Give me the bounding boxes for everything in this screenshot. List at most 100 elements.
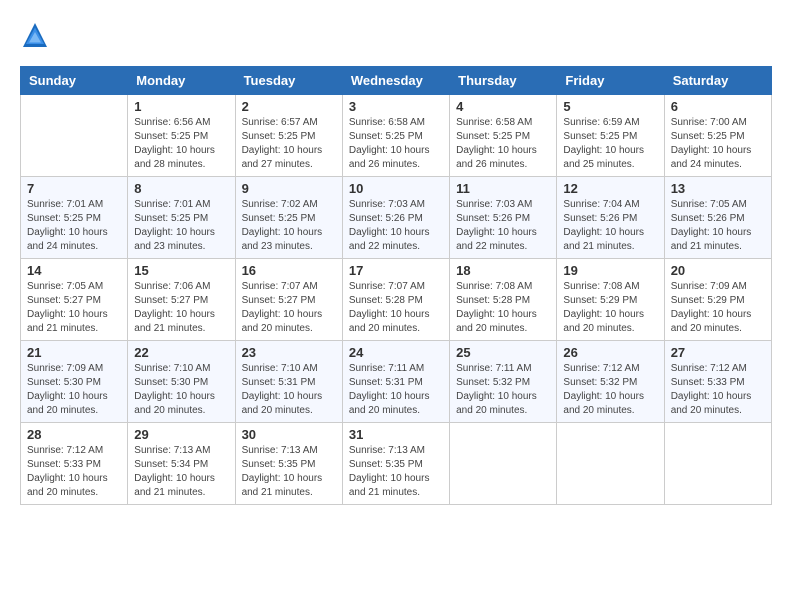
day-number: 22	[134, 345, 228, 360]
day-info: Sunrise: 7:01 AM Sunset: 5:25 PM Dayligh…	[27, 198, 121, 254]
day-number: 19	[563, 263, 657, 278]
calendar-cell: 15Sunrise: 7:06 AM Sunset: 5:27 PM Dayli…	[128, 259, 235, 341]
calendar-cell	[664, 423, 771, 505]
calendar-cell: 10 Sunrise: 7:03 AM Sunset: 5:26 PM Dayli…	[342, 177, 449, 259]
calendar-cell: 7 Sunrise: 7:01 AM Sunset: 5:25 PM Daylig…	[21, 177, 128, 259]
day-info: Sunrise: 7:12 AM Sunset: 5:33 PM Dayligh…	[671, 362, 765, 418]
weekday-header-thursday: Thursday	[450, 67, 557, 95]
day-number: 29	[134, 427, 228, 442]
day-info: Sunrise: 7:12 AM Sunset: 5:32 PM Dayligh…	[563, 362, 657, 418]
weekday-header-tuesday: Tuesday	[235, 67, 342, 95]
calendar-cell: 4 Sunrise: 6:58 AM Sunset: 5:25 PM Daylig…	[450, 95, 557, 177]
calendar-cell: 27 Sunrise: 7:12 AM Sunset: 5:33 PM Dayli…	[664, 341, 771, 423]
day-number: 26	[563, 345, 657, 360]
day-number: 11	[456, 181, 550, 196]
day-info: Sunrise: 6:58 AM Sunset: 5:25 PM Dayligh…	[456, 116, 550, 172]
day-number: 13	[671, 181, 765, 196]
day-info: Sunrise: 6:56 AM Sunset: 5:25 PM Dayligh…	[134, 116, 228, 172]
calendar-cell: 13 Sunrise: 7:05 AM Sunset: 5:26 PM Dayli…	[664, 177, 771, 259]
calendar-cell: 29 Sunrise: 7:13 AM Sunset: 5:34 PM Dayli…	[128, 423, 235, 505]
calendar-cell	[450, 423, 557, 505]
calendar-cell	[557, 423, 664, 505]
day-number: 10	[349, 181, 443, 196]
calendar-cell: 24 Sunrise: 7:11 AM Sunset: 5:31 PM Dayli…	[342, 341, 449, 423]
calendar-cell: 22 Sunrise: 7:10 AM Sunset: 5:30 PM Dayli…	[128, 341, 235, 423]
calendar-week-1: 1Sunrise: 6:56 AM Sunset: 5:25 PM Daylig…	[21, 95, 772, 177]
calendar-cell: 21Sunrise: 7:09 AM Sunset: 5:30 PM Dayli…	[21, 341, 128, 423]
calendar-cell: 8Sunrise: 7:01 AM Sunset: 5:25 PM Daylig…	[128, 177, 235, 259]
day-number: 24	[349, 345, 443, 360]
day-info: Sunrise: 6:57 AM Sunset: 5:25 PM Dayligh…	[242, 116, 336, 172]
day-info: Sunrise: 7:08 AM Sunset: 5:28 PM Dayligh…	[456, 280, 550, 336]
calendar-cell: 3 Sunrise: 6:58 AM Sunset: 5:25 PM Daylig…	[342, 95, 449, 177]
calendar-week-2: 7 Sunrise: 7:01 AM Sunset: 5:25 PM Daylig…	[21, 177, 772, 259]
calendar-cell: 6Sunrise: 7:00 AM Sunset: 5:25 PM Daylig…	[664, 95, 771, 177]
day-number: 21	[27, 345, 121, 360]
calendar-cell: 23 Sunrise: 7:10 AM Sunset: 5:31 PM Dayli…	[235, 341, 342, 423]
calendar-cell: 26 Sunrise: 7:12 AM Sunset: 5:32 PM Dayli…	[557, 341, 664, 423]
day-info: Sunrise: 7:00 AM Sunset: 5:25 PM Dayligh…	[671, 116, 765, 172]
day-number: 5	[563, 99, 657, 114]
day-info: Sunrise: 7:02 AM Sunset: 5:25 PM Dayligh…	[242, 198, 336, 254]
day-info: Sunrise: 7:04 AM Sunset: 5:26 PM Dayligh…	[563, 198, 657, 254]
day-number: 15	[134, 263, 228, 278]
logo-icon	[20, 20, 50, 50]
day-info: Sunrise: 7:10 AM Sunset: 5:30 PM Dayligh…	[134, 362, 228, 418]
day-number: 3	[349, 99, 443, 114]
weekday-header-saturday: Saturday	[664, 67, 771, 95]
day-info: Sunrise: 7:03 AM Sunset: 5:26 PM Dayligh…	[349, 198, 443, 254]
calendar-cell: 28 Sunrise: 7:12 AM Sunset: 5:33 PM Dayli…	[21, 423, 128, 505]
day-number: 8	[134, 181, 228, 196]
calendar-cell: 14 Sunrise: 7:05 AM Sunset: 5:27 PM Dayli…	[21, 259, 128, 341]
day-info: Sunrise: 7:10 AM Sunset: 5:31 PM Dayligh…	[242, 362, 336, 418]
calendar-week-5: 28 Sunrise: 7:12 AM Sunset: 5:33 PM Dayli…	[21, 423, 772, 505]
day-number: 7	[27, 181, 121, 196]
day-number: 14	[27, 263, 121, 278]
day-info: Sunrise: 7:07 AM Sunset: 5:28 PM Dayligh…	[349, 280, 443, 336]
logo	[20, 20, 54, 50]
day-info: Sunrise: 7:11 AM Sunset: 5:31 PM Dayligh…	[349, 362, 443, 418]
day-info: Sunrise: 7:12 AM Sunset: 5:33 PM Dayligh…	[27, 444, 121, 500]
calendar-cell: 19 Sunrise: 7:08 AM Sunset: 5:29 PM Dayli…	[557, 259, 664, 341]
calendar-week-4: 21Sunrise: 7:09 AM Sunset: 5:30 PM Dayli…	[21, 341, 772, 423]
day-info: Sunrise: 6:59 AM Sunset: 5:25 PM Dayligh…	[563, 116, 657, 172]
day-number: 25	[456, 345, 550, 360]
day-number: 16	[242, 263, 336, 278]
day-info: Sunrise: 7:13 AM Sunset: 5:35 PM Dayligh…	[349, 444, 443, 500]
weekday-header-friday: Friday	[557, 67, 664, 95]
day-number: 4	[456, 99, 550, 114]
day-number: 20	[671, 263, 765, 278]
calendar-cell: 18 Sunrise: 7:08 AM Sunset: 5:28 PM Dayli…	[450, 259, 557, 341]
day-number: 2	[242, 99, 336, 114]
calendar-cell: 16 Sunrise: 7:07 AM Sunset: 5:27 PM Dayli…	[235, 259, 342, 341]
day-number: 23	[242, 345, 336, 360]
day-info: Sunrise: 7:13 AM Sunset: 5:34 PM Dayligh…	[134, 444, 228, 500]
calendar-body: 1Sunrise: 6:56 AM Sunset: 5:25 PM Daylig…	[21, 95, 772, 505]
day-number: 12	[563, 181, 657, 196]
calendar-week-3: 14 Sunrise: 7:05 AM Sunset: 5:27 PM Dayli…	[21, 259, 772, 341]
day-number: 9	[242, 181, 336, 196]
calendar-cell: 1Sunrise: 6:56 AM Sunset: 5:25 PM Daylig…	[128, 95, 235, 177]
calendar-header-row: SundayMondayTuesdayWednesdayThursdayFrid…	[21, 67, 772, 95]
day-number: 28	[27, 427, 121, 442]
day-number: 18	[456, 263, 550, 278]
page-header	[20, 20, 772, 50]
calendar-cell: 9 Sunrise: 7:02 AM Sunset: 5:25 PM Daylig…	[235, 177, 342, 259]
calendar-cell: 31Sunrise: 7:13 AM Sunset: 5:35 PM Dayli…	[342, 423, 449, 505]
calendar-cell: 11 Sunrise: 7:03 AM Sunset: 5:26 PM Dayli…	[450, 177, 557, 259]
calendar-cell: 5 Sunrise: 6:59 AM Sunset: 5:25 PM Daylig…	[557, 95, 664, 177]
day-info: Sunrise: 7:03 AM Sunset: 5:26 PM Dayligh…	[456, 198, 550, 254]
day-info: Sunrise: 7:07 AM Sunset: 5:27 PM Dayligh…	[242, 280, 336, 336]
day-info: Sunrise: 7:09 AM Sunset: 5:29 PM Dayligh…	[671, 280, 765, 336]
day-info: Sunrise: 7:05 AM Sunset: 5:27 PM Dayligh…	[27, 280, 121, 336]
day-info: Sunrise: 6:58 AM Sunset: 5:25 PM Dayligh…	[349, 116, 443, 172]
calendar-table: SundayMondayTuesdayWednesdayThursdayFrid…	[20, 66, 772, 505]
calendar-cell: 20 Sunrise: 7:09 AM Sunset: 5:29 PM Dayli…	[664, 259, 771, 341]
day-number: 27	[671, 345, 765, 360]
calendar-cell: 30Sunrise: 7:13 AM Sunset: 5:35 PM Dayli…	[235, 423, 342, 505]
calendar-cell: 12 Sunrise: 7:04 AM Sunset: 5:26 PM Dayli…	[557, 177, 664, 259]
day-info: Sunrise: 7:08 AM Sunset: 5:29 PM Dayligh…	[563, 280, 657, 336]
day-number: 30	[242, 427, 336, 442]
day-info: Sunrise: 7:11 AM Sunset: 5:32 PM Dayligh…	[456, 362, 550, 418]
day-info: Sunrise: 7:05 AM Sunset: 5:26 PM Dayligh…	[671, 198, 765, 254]
